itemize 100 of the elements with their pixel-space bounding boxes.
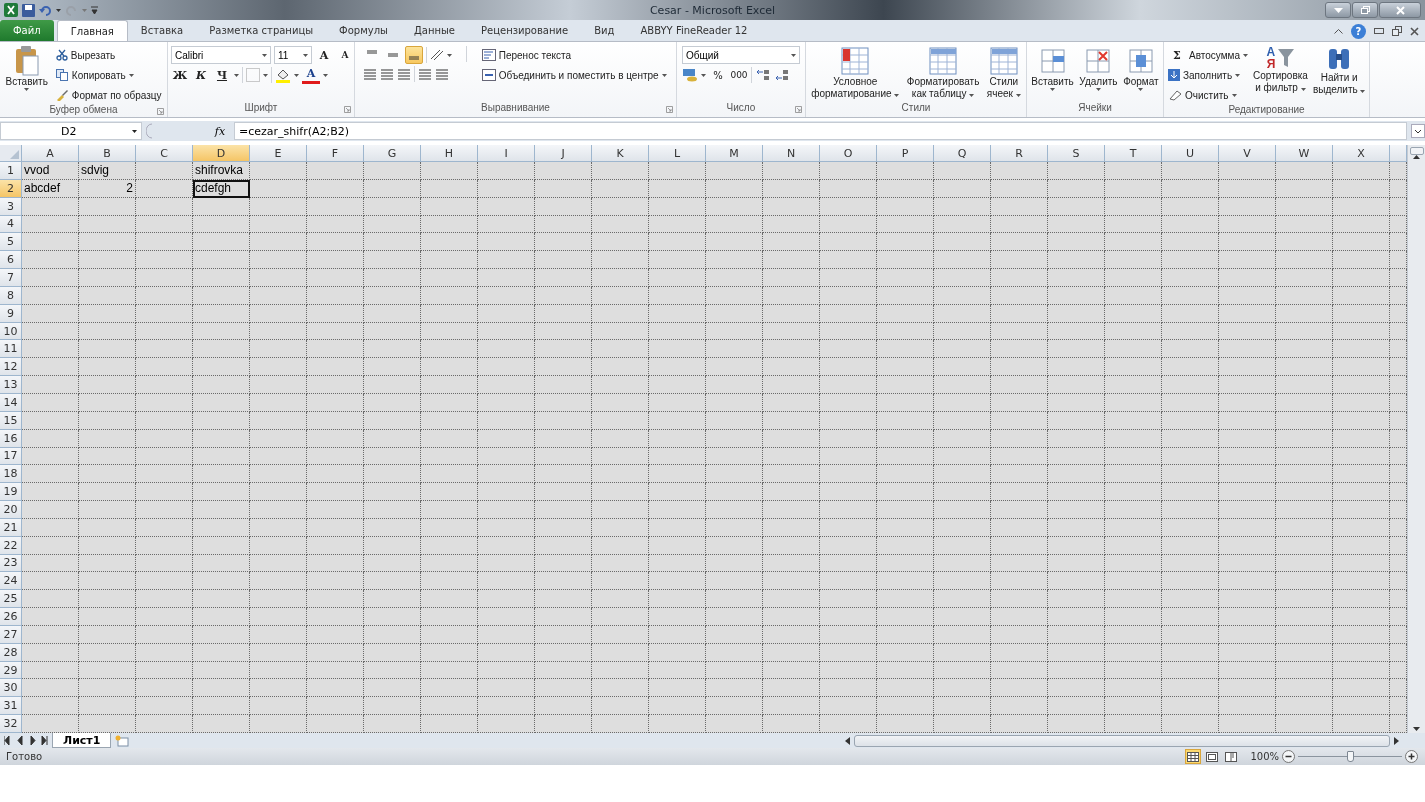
paste-button[interactable]: Вставить bbox=[4, 46, 49, 91]
file-tab[interactable]: Файл bbox=[0, 20, 54, 41]
minimize-button[interactable] bbox=[1325, 2, 1351, 18]
dialog-launcher-icon[interactable] bbox=[666, 106, 673, 113]
close-button[interactable] bbox=[1379, 2, 1421, 18]
view-button[interactable] bbox=[1223, 749, 1240, 764]
clear-button[interactable]: Очистить bbox=[1167, 86, 1249, 104]
column-header[interactable]: D bbox=[193, 145, 250, 162]
column-header[interactable]: P bbox=[877, 145, 934, 162]
clipboard-command[interactable]: Копировать bbox=[54, 66, 163, 84]
ribbon-tab[interactable]: Формулы bbox=[326, 20, 401, 41]
column-header[interactable]: O bbox=[820, 145, 877, 162]
name-box[interactable]: D2 bbox=[0, 122, 142, 140]
column-header[interactable]: F bbox=[307, 145, 364, 162]
row-header[interactable]: 1 bbox=[0, 162, 22, 180]
column-header[interactable]: L bbox=[649, 145, 706, 162]
clipboard-command[interactable]: Формат по образцу bbox=[54, 86, 163, 104]
font-name-field[interactable]: Calibri bbox=[171, 46, 271, 64]
view-button[interactable] bbox=[1185, 749, 1202, 764]
percent-button[interactable]: % bbox=[709, 66, 727, 84]
row-header[interactable]: 20 bbox=[0, 501, 22, 519]
styles-button[interactable]: Условное форматирование bbox=[810, 46, 901, 100]
ribbon-tab[interactable]: Разметка страницы bbox=[196, 20, 327, 41]
column-header[interactable]: M bbox=[706, 145, 763, 162]
ribbon-tab[interactable]: Вид bbox=[581, 20, 628, 41]
row-header[interactable]: 30 bbox=[0, 679, 22, 698]
sort-filter-button[interactable]: А Я Сортировка и фильтр bbox=[1252, 46, 1309, 94]
vertical-align-button[interactable] bbox=[405, 46, 424, 64]
font-size-field[interactable]: 11 bbox=[274, 46, 312, 64]
row-header[interactable]: 7 bbox=[0, 269, 22, 287]
scroll-left-icon[interactable] bbox=[845, 736, 850, 745]
column-header[interactable]: N bbox=[763, 145, 820, 162]
sheet-tab[interactable]: Лист1 bbox=[52, 733, 112, 748]
grid-cell[interactable]: cdefgh bbox=[193, 179, 250, 198]
column-header[interactable]: G bbox=[364, 145, 421, 162]
vertical-scrollbar[interactable] bbox=[1407, 145, 1425, 733]
row-header[interactable]: 26 bbox=[0, 608, 22, 626]
row-header[interactable]: 13 bbox=[0, 376, 22, 394]
cells-button[interactable]: Удалить bbox=[1078, 46, 1119, 91]
wrap-text-button[interactable]: Перенос текста bbox=[480, 46, 668, 64]
styles-button[interactable]: Форматировать как таблицу bbox=[905, 46, 981, 100]
row-header[interactable]: 19 bbox=[0, 483, 22, 502]
zoom-slider[interactable] bbox=[1298, 751, 1402, 762]
insert-function-button[interactable]: fx bbox=[210, 124, 230, 138]
split-handle[interactable] bbox=[1409, 147, 1424, 155]
bold-button[interactable]: Ж bbox=[171, 66, 189, 84]
grid-cell[interactable]: sdvig bbox=[79, 162, 136, 180]
dialog-launcher-icon[interactable] bbox=[344, 106, 351, 113]
column-header[interactable]: R bbox=[991, 145, 1048, 162]
column-header[interactable]: U bbox=[1162, 145, 1219, 162]
formula-field[interactable]: =cezar_shifr(A2;B2) bbox=[234, 122, 1407, 140]
column-header[interactable]: S bbox=[1048, 145, 1105, 162]
styles-button[interactable]: Стили ячеек bbox=[985, 46, 1022, 100]
column-header[interactable]: T bbox=[1105, 145, 1162, 162]
grow-font-button[interactable]: A bbox=[315, 46, 333, 64]
row-header[interactable]: 24 bbox=[0, 572, 22, 591]
cells-button[interactable]: Вставить bbox=[1030, 46, 1075, 91]
ribbon-tab[interactable]: Рецензирование bbox=[468, 20, 582, 41]
grid-cell[interactable]: shifrovka bbox=[193, 162, 250, 180]
dialog-launcher-icon[interactable] bbox=[795, 106, 802, 113]
column-header[interactable]: V bbox=[1219, 145, 1276, 162]
fill-button[interactable]: Заполнить bbox=[1167, 66, 1249, 84]
column-header[interactable]: E bbox=[250, 145, 307, 162]
row-header[interactable]: 11 bbox=[0, 340, 22, 359]
ribbon-tab[interactable]: Данные bbox=[400, 20, 468, 41]
row-header[interactable]: 18 bbox=[0, 465, 22, 484]
find-select-button[interactable]: Найти и выделить bbox=[1311, 46, 1367, 96]
row-header[interactable]: 5 bbox=[0, 233, 22, 252]
column-header[interactable]: W bbox=[1276, 145, 1333, 162]
row-header[interactable]: 32 bbox=[0, 715, 22, 733]
number-format-field[interactable]: Общий bbox=[682, 46, 800, 64]
shrink-font-button[interactable]: A bbox=[336, 46, 354, 64]
column-header[interactable]: B bbox=[79, 145, 136, 162]
clipboard-command[interactable]: Вырезать bbox=[54, 46, 163, 64]
row-header[interactable]: 31 bbox=[0, 697, 22, 716]
column-header[interactable]: H bbox=[421, 145, 478, 162]
column-header[interactable]: J bbox=[535, 145, 592, 162]
italic-button[interactable]: К bbox=[192, 66, 210, 84]
row-header[interactable]: 12 bbox=[0, 358, 22, 377]
dialog-launcher-icon[interactable] bbox=[157, 108, 164, 115]
column-header[interactable]: I bbox=[478, 145, 535, 162]
scroll-down-icon[interactable] bbox=[1413, 727, 1420, 731]
ribbon-tab[interactable]: Вставка bbox=[127, 20, 197, 41]
font-color-button[interactable]: A bbox=[302, 66, 320, 84]
help-icon[interactable]: ? bbox=[1351, 23, 1366, 39]
view-button[interactable] bbox=[1204, 749, 1221, 764]
cells-button[interactable]: Формат bbox=[1122, 46, 1160, 91]
restore-button[interactable] bbox=[1352, 2, 1378, 18]
column-header[interactable]: K bbox=[592, 145, 649, 162]
column-header[interactable]: C bbox=[136, 145, 193, 162]
column-header[interactable]: X bbox=[1333, 145, 1390, 162]
autosum-button[interactable]: Σ Автосумма bbox=[1167, 46, 1249, 64]
column-header[interactable]: A bbox=[22, 145, 79, 162]
row-header[interactable]: 6 bbox=[0, 251, 22, 270]
grid-cell[interactable]: abcdef bbox=[22, 179, 79, 198]
row-header[interactable]: 25 bbox=[0, 590, 22, 609]
merge-center-button[interactable]: Объединить и поместить в центре bbox=[480, 66, 668, 84]
zoom-slider-thumb[interactable] bbox=[1347, 751, 1354, 762]
ribbon-tab[interactable]: Главная bbox=[56, 20, 128, 41]
scroll-right-icon[interactable] bbox=[1394, 736, 1399, 745]
